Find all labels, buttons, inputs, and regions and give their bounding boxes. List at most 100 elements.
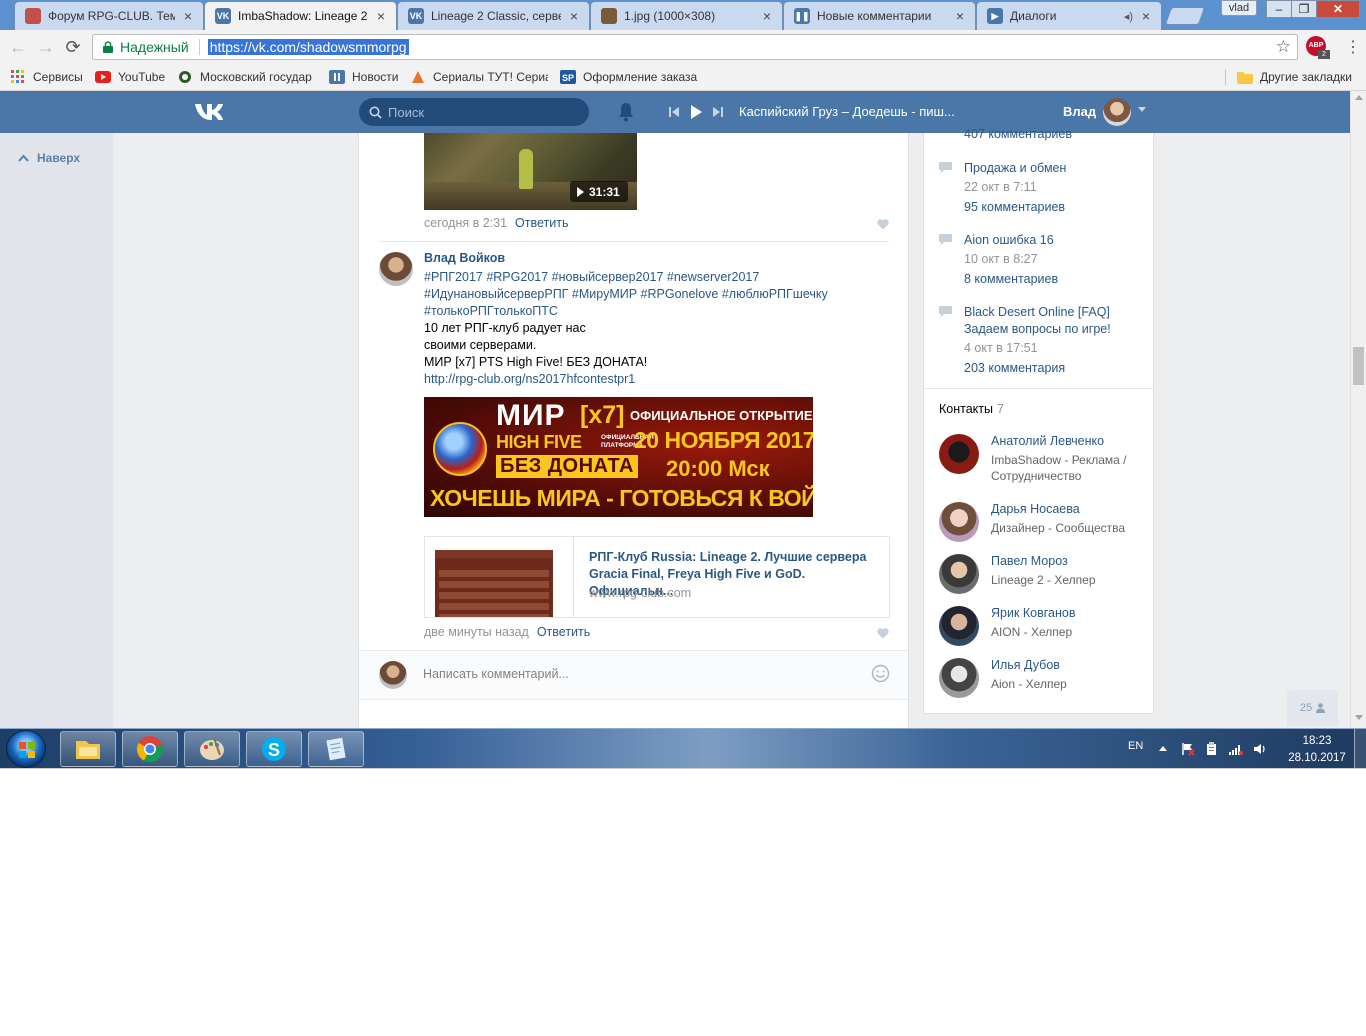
- contact-name[interactable]: Дарья Носаева: [991, 502, 1080, 516]
- tab-close-icon[interactable]: ×: [181, 8, 195, 24]
- taskbar-paint[interactable]: [184, 731, 240, 767]
- bookmark-order[interactable]: SP Оформление заказа: [560, 68, 700, 86]
- tab-lineage2-classic[interactable]: VK Lineage 2 Classic, серве ×: [397, 1, 590, 30]
- tab-close-icon[interactable]: ×: [374, 8, 388, 24]
- online-friends-button[interactable]: 25: [1287, 690, 1338, 726]
- reply-link[interactable]: Ответить: [515, 216, 568, 230]
- tab-close-icon[interactable]: ×: [567, 8, 581, 24]
- show-hidden-icons-icon[interactable]: [1159, 746, 1167, 751]
- topic-comment-count[interactable]: 203 комментария: [964, 361, 1065, 375]
- tab-close-icon[interactable]: ×: [953, 8, 967, 24]
- bookmark-moscow-state[interactable]: Московский государ: [177, 68, 315, 86]
- tab-close-icon[interactable]: ×: [1139, 8, 1153, 24]
- tab-image-jpg[interactable]: 1.jpg (1000×308) ×: [590, 1, 783, 30]
- scroll-down-arrow-icon[interactable]: [1355, 715, 1363, 720]
- clock-date[interactable]: 28.10.2017: [1283, 752, 1351, 764]
- network-error-flag-icon[interactable]: [1181, 742, 1195, 756]
- contact-role: AION - Хелпер: [991, 625, 1073, 639]
- battery-clipboard-icon[interactable]: [1205, 742, 1219, 756]
- keyboard-language[interactable]: EN: [1128, 740, 1143, 752]
- contact-avatar[interactable]: [939, 502, 979, 542]
- topic-comment-count[interactable]: 8 комментариев: [964, 272, 1058, 286]
- bookmark-series[interactable]: Сериалы ТУТ! Сериа: [410, 68, 548, 86]
- topic-comment-count[interactable]: 95 комментариев: [964, 200, 1065, 214]
- reload-button[interactable]: ⟳: [62, 36, 84, 58]
- other-bookmarks-folder[interactable]: Другие закладки: [1237, 68, 1352, 86]
- contact-avatar[interactable]: [939, 434, 979, 474]
- previous-track-icon[interactable]: [667, 103, 681, 121]
- contact-avatar[interactable]: [939, 606, 979, 646]
- back-to-top-button[interactable]: Наверх: [18, 151, 80, 165]
- contact-avatar[interactable]: [939, 554, 979, 594]
- scroll-up-arrow-icon[interactable]: [1355, 95, 1363, 100]
- contact-avatar[interactable]: [939, 658, 979, 698]
- close-window-button[interactable]: ✕: [1316, 0, 1360, 18]
- maximize-button[interactable]: ❐: [1291, 0, 1317, 18]
- taskbar-explorer[interactable]: [60, 731, 116, 767]
- minimize-button[interactable]: –: [1266, 0, 1292, 18]
- windows-taskbar: S EN 18:23 28.10.2017: [0, 728, 1366, 768]
- bookmark-youtube[interactable]: YouTube: [95, 68, 165, 86]
- topic-name[interactable]: Black Desert Online [FAQ] Задаем вопросы…: [964, 304, 1154, 338]
- link-preview-card[interactable]: РПГ-Клуб Russia: Lineage 2. Лучшие серве…: [424, 536, 890, 618]
- current-user-name[interactable]: Влад: [1063, 104, 1096, 119]
- like-heart-icon[interactable]: [877, 628, 889, 639]
- taskbar-chrome[interactable]: [122, 731, 178, 767]
- promo-banner-image[interactable]: МИР [x7] HIGH FIVE ОФИЦИАЛЬНАЯ ПЛАТФОРМА…: [424, 397, 813, 517]
- comment-link[interactable]: http://rpg-club.org/ns2017hfcontestpr1: [424, 371, 894, 388]
- contact-name[interactable]: Илья Дубов: [991, 658, 1060, 672]
- url-text[interactable]: https://vk.com/shadowsmmorpg: [207, 39, 409, 55]
- tab-imbashadow[interactable]: VK ImbaShadow: Lineage 2 ×: [204, 1, 397, 30]
- emoji-icon[interactable]: [871, 664, 890, 683]
- signal-strength-icon[interactable]: [1229, 742, 1243, 756]
- video-character: [519, 149, 533, 189]
- chevron-down-icon[interactable]: [1138, 107, 1146, 112]
- tab-dialogs[interactable]: ▶ Диалоги ◂) ×: [976, 1, 1162, 30]
- start-button[interactable]: [6, 730, 46, 768]
- comment-author-avatar[interactable]: [379, 252, 413, 286]
- bookmark-star-icon[interactable]: ☆: [1276, 37, 1291, 57]
- play-icon[interactable]: [689, 103, 703, 121]
- current-user-avatar[interactable]: [1103, 98, 1131, 126]
- contact-name[interactable]: Ярик Ковганов: [991, 606, 1076, 620]
- taskbar-skype[interactable]: S: [246, 731, 302, 767]
- comment-author-name[interactable]: Влад Войков: [424, 251, 505, 265]
- reply-link[interactable]: Ответить: [537, 625, 590, 639]
- address-bar[interactable]: Надежный https://vk.com/shadowsmmorpg ☆: [92, 34, 1298, 60]
- comment-hashtags[interactable]: #РПГ2017 #RPG2017 #новыйсервер2017 #news…: [424, 269, 894, 320]
- tab-new-comments[interactable]: ❚❚ Новые комментарии ×: [783, 1, 976, 30]
- tab-rpg-club-forum[interactable]: Форум RPG-CLUB. Тема ×: [14, 1, 204, 30]
- contact-name[interactable]: Анатолий Левченко: [991, 434, 1104, 448]
- scrollbar-thumb[interactable]: [1353, 347, 1364, 385]
- bookmark-services[interactable]: Сервисы: [10, 68, 83, 86]
- show-desktop-button[interactable]: [1354, 729, 1366, 768]
- contacts-header[interactable]: Контакты 7: [939, 402, 1004, 416]
- page-scrollbar[interactable]: [1350, 91, 1366, 728]
- video-thumbnail[interactable]: 31:31: [424, 133, 637, 210]
- tab-close-icon[interactable]: ×: [760, 8, 774, 24]
- vk-search-box[interactable]: Поиск: [359, 98, 589, 126]
- back-button[interactable]: ←: [7, 36, 29, 58]
- contact-name[interactable]: Павел Мороз: [991, 554, 1068, 568]
- comment-input[interactable]: Написать комментарий...: [423, 667, 569, 681]
- comment-time[interactable]: сегодня в 2:31: [424, 216, 507, 230]
- now-playing-track[interactable]: Каспийский Груз – Доедешь - пиш...: [739, 104, 955, 119]
- notifications-bell-icon[interactable]: [617, 102, 635, 122]
- topic-name[interactable]: Продажа и обмен: [964, 160, 1154, 177]
- topic-name[interactable]: Aion ошибка 16: [964, 232, 1154, 249]
- topic-comment-count[interactable]: 407 комментариев: [964, 127, 1072, 141]
- bookmark-news[interactable]: Новости: [329, 68, 398, 86]
- browser-menu-icon[interactable]: ⋮: [1345, 37, 1361, 57]
- person-icon: [1316, 703, 1326, 713]
- audio-playing-icon[interactable]: ◂): [1124, 10, 1133, 23]
- forward-button[interactable]: →: [35, 36, 57, 58]
- clock-time[interactable]: 18:23: [1297, 735, 1337, 747]
- profile-name-badge[interactable]: vlad: [1221, 0, 1257, 16]
- volume-speaker-icon[interactable]: [1253, 742, 1267, 756]
- vk-logo-icon[interactable]: [193, 100, 227, 124]
- taskbar-notepad[interactable]: [308, 731, 364, 767]
- next-track-icon[interactable]: [711, 103, 725, 121]
- like-heart-icon[interactable]: [877, 219, 889, 230]
- new-tab-button[interactable]: [1164, 7, 1206, 25]
- comment-time[interactable]: две минуты назад: [424, 625, 529, 639]
